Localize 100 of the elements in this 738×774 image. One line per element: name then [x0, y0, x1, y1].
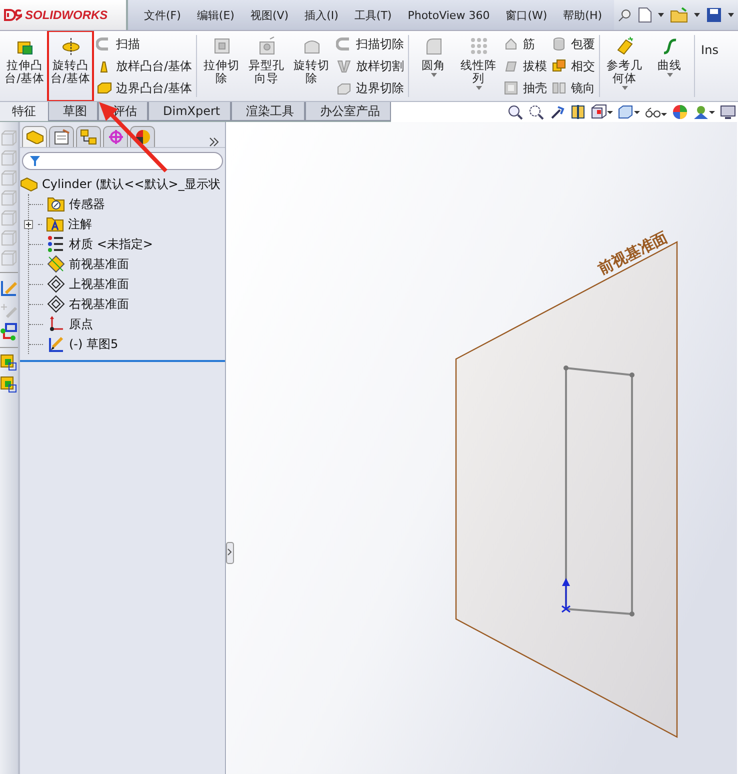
ribbon-button[interactable]: 曲线 — [647, 31, 692, 101]
configuration-manager-tab[interactable] — [76, 126, 101, 147]
ribbon-button[interactable]: 旋转切除 — [289, 31, 334, 101]
cylinder-icon — [551, 36, 568, 52]
menu-item[interactable]: 编辑(E) — [188, 8, 242, 22]
shell-icon — [503, 80, 520, 96]
ribbon-button[interactable]: 拉伸凸台/基体 — [2, 31, 47, 101]
monitor-icon — [720, 104, 736, 120]
ribbon-button[interactable]: 抽壳 — [503, 80, 548, 96]
previous-view-icon — [549, 104, 565, 120]
tree-item[interactable]: 原点 — [69, 316, 93, 332]
feature-manager-tab[interactable] — [22, 126, 47, 147]
command-tab[interactable]: 特征 — [0, 102, 48, 121]
ribbon-button[interactable]: 包覆 — [551, 36, 596, 52]
menu-item[interactable]: 文件(F) — [136, 8, 189, 22]
tree-item[interactable]: 注解 — [68, 216, 92, 232]
new-document-icon — [638, 7, 652, 23]
ds-logo-icon — [4, 8, 22, 22]
dot-grid-icon — [468, 36, 489, 56]
menu-item[interactable]: 插入(I) — [296, 8, 346, 22]
box-icon — [96, 80, 112, 96]
caret-icon — [728, 13, 734, 17]
ribbon-button[interactable]: 扫描 — [96, 36, 192, 52]
color-ball-icon — [134, 129, 150, 145]
plane-label: 前视基准面 — [595, 228, 671, 279]
filter-icon — [29, 155, 41, 167]
app-logo: SOLIDWORKS — [25, 8, 108, 22]
command-tab[interactable]: 草图 — [48, 102, 98, 121]
tree-item[interactable]: (-) 草图5 — [69, 336, 118, 352]
menu-item[interactable]: PhotoView 360 — [400, 8, 498, 22]
cube-outline-icon — [1, 230, 17, 246]
ribbon-button[interactable]: 参考几何体 — [602, 31, 648, 101]
cube-outline-icon — [1, 210, 17, 226]
section-view-icon — [570, 104, 586, 120]
zoom-fit-icon — [507, 104, 523, 120]
property-manager-tab[interactable] — [49, 126, 74, 147]
ribbon-button[interactable]: 边界凸台/基体 — [96, 80, 192, 96]
ribbon-button[interactable]: 拉伸切除 — [199, 31, 244, 101]
menu-item[interactable]: 工具(T) — [346, 8, 400, 22]
origin-axis-icon — [561, 578, 571, 613]
cut-icon — [212, 36, 232, 56]
color-sphere-icon — [672, 104, 688, 120]
rib-icon — [503, 36, 520, 52]
revolve-icon — [60, 36, 80, 56]
menu-item[interactable]: 视图(V) — [242, 8, 297, 22]
command-tab[interactable]: 渲染工具 — [231, 102, 306, 121]
tree-item[interactable]: 前视基准面 — [69, 256, 129, 272]
part-icon — [20, 176, 38, 192]
scene-icon — [693, 104, 715, 120]
menu-item[interactable]: 窗口(W) — [498, 8, 556, 22]
tree-item[interactable]: 传感器 — [69, 196, 105, 212]
ribbon-button[interactable]: 镜向 — [551, 80, 596, 96]
folder-icon — [670, 7, 688, 23]
ribbon-button[interactable]: 放样凸台/基体 — [96, 58, 192, 74]
save-icon — [706, 7, 722, 23]
origin-icon — [47, 315, 65, 333]
cube-icon — [618, 104, 640, 120]
tree-item[interactable]: 上视基准面 — [69, 276, 129, 292]
intersect-icon — [551, 58, 568, 74]
relation-icon — [0, 323, 18, 341]
ribbon-button[interactable]: 边界切除 — [336, 80, 404, 96]
expand-toggle[interactable] — [24, 220, 33, 228]
ribbon-button[interactable]: 圆角 — [411, 31, 456, 101]
ribbon-button[interactable]: 筋 — [503, 36, 548, 52]
ribbon-button[interactable]: 拔模 — [503, 58, 548, 74]
crosshair-icon — [108, 129, 124, 145]
fillet-icon — [424, 36, 444, 56]
tree-item[interactable]: 材质 <未指定> — [69, 236, 153, 252]
filter-field[interactable] — [22, 152, 223, 170]
tree-root-label[interactable]: Cylinder (默认<<默认>_显示状 — [42, 176, 220, 192]
plane-icon — [47, 275, 65, 293]
ribbon-button[interactable]: 相交 — [551, 58, 596, 74]
ribbon-button[interactable]: 放样切割 — [336, 58, 404, 74]
command-tab[interactable]: 办公室产品 — [305, 102, 392, 121]
menu-item[interactable]: 帮助(H) — [555, 8, 610, 22]
view-orientation-icon — [591, 104, 613, 120]
plane-icon — [614, 36, 635, 56]
ribbon-button[interactable]: 扫描切除 — [336, 36, 404, 52]
sensor-folder-icon — [47, 195, 65, 213]
parts-icon — [26, 130, 44, 144]
ribbon-button[interactable]: 异型孔向导 — [244, 31, 290, 101]
command-tab[interactable]: DimXpert — [148, 102, 232, 121]
mirror-icon — [551, 80, 568, 96]
caret-icon — [694, 13, 700, 17]
caret-icon — [658, 13, 664, 17]
plane-icon — [47, 255, 65, 273]
hole-icon — [256, 36, 277, 56]
cube-outline-icon — [1, 150, 17, 166]
tree-item[interactable]: 右视基准面 — [69, 296, 129, 312]
material-icon — [47, 235, 65, 253]
annotation-folder-icon — [46, 215, 64, 233]
property-sheet-icon — [52, 129, 70, 145]
box-icon — [0, 354, 18, 372]
configuration-icon — [80, 129, 98, 145]
cube-outline-icon — [1, 170, 17, 186]
sketch-icon — [47, 335, 65, 353]
ribbon-button[interactable]: 线性阵列 — [456, 31, 502, 101]
ribbon-button[interactable]: 旋转凸台/基体 — [48, 31, 93, 101]
expand-chevron-icon — [209, 137, 219, 147]
cube-outline-icon — [1, 250, 17, 266]
